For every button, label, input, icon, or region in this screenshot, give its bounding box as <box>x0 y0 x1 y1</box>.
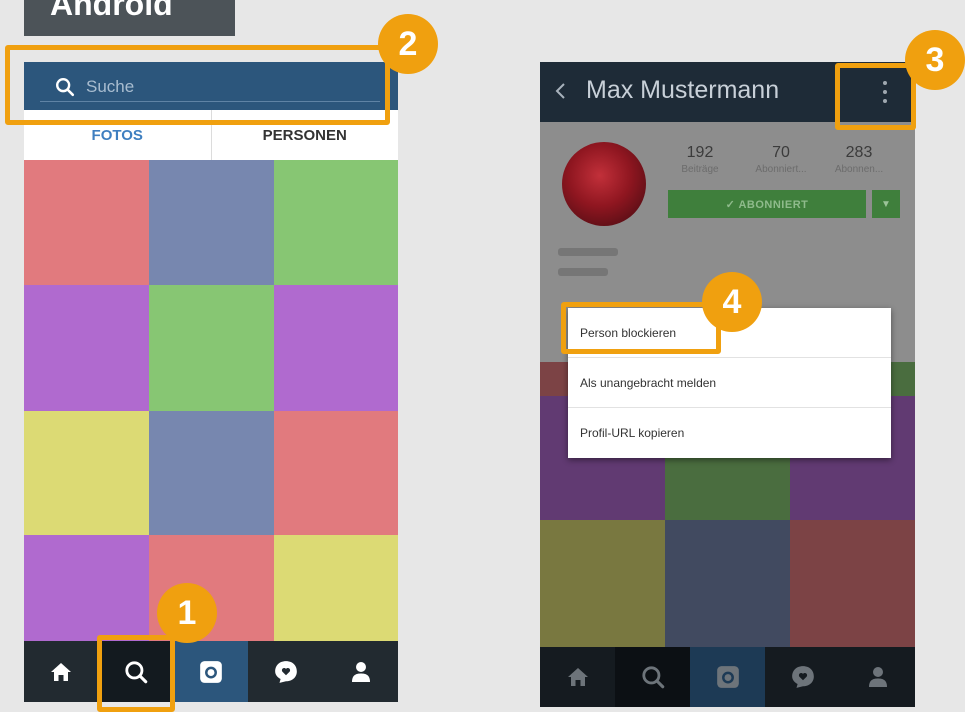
highlight-block-person <box>561 302 721 354</box>
nav-search[interactable] <box>615 647 690 707</box>
home-icon <box>51 662 72 681</box>
photo-tile[interactable] <box>274 411 398 535</box>
nav-activity[interactable] <box>765 647 840 707</box>
bio-line <box>558 268 608 276</box>
step-marker-3: 3 <box>905 30 965 90</box>
bottom-navbar <box>540 647 915 707</box>
heart-bubble-icon <box>791 666 814 688</box>
menu-item-report[interactable]: Als unangebracht melden <box>568 358 891 408</box>
photo-tile[interactable] <box>24 535 149 641</box>
camera-icon <box>716 666 739 688</box>
photo-tile[interactable] <box>24 160 149 285</box>
bio-line <box>558 248 618 256</box>
profile-icon <box>868 667 887 687</box>
menu-item-copy-url[interactable]: Profil-URL kopieren <box>568 408 891 458</box>
follow-button[interactable]: ✓ ABONNIERT <box>668 190 866 218</box>
follow-dropdown-button[interactable]: ▼ <box>872 190 900 218</box>
stat-posts-label: Beiträge <box>681 164 719 175</box>
profile-icon <box>351 661 370 682</box>
stat-followers-value: 283 <box>845 144 873 161</box>
nav-camera[interactable] <box>173 641 249 702</box>
heart-bubble-icon <box>274 660 297 683</box>
avatar <box>562 142 646 226</box>
nav-home[interactable] <box>24 641 99 702</box>
search-icon <box>641 666 664 689</box>
nav-profile[interactable] <box>323 641 398 702</box>
photo-tile[interactable] <box>149 411 274 535</box>
photo-tile[interactable] <box>24 285 149 411</box>
platform-label: Android <box>24 0 235 36</box>
highlight-search-bar <box>5 45 390 125</box>
back-arrow-icon[interactable] <box>553 81 567 101</box>
stat-posts-value: 192 <box>686 144 714 161</box>
stat-posts: 192 Beiträge <box>665 144 735 175</box>
step-marker-2: 2 <box>378 14 438 74</box>
photo-grid <box>24 160 398 641</box>
phone-profile-screen: Max Mustermann 192 Beiträge 70 Abonniert… <box>540 62 915 707</box>
highlight-more-options <box>835 63 916 130</box>
photo-tile[interactable] <box>665 520 790 647</box>
photo-tile[interactable] <box>274 285 398 411</box>
profile-username: Max Mustermann <box>586 76 780 104</box>
photo-tile[interactable] <box>24 411 149 535</box>
photo-tile[interactable] <box>790 520 915 647</box>
photo-tile[interactable] <box>149 285 274 411</box>
stat-followers: 283 Abonnen... <box>824 144 894 175</box>
stat-following-value: 70 <box>772 144 790 161</box>
bottom-navbar <box>24 641 398 702</box>
home-icon <box>567 668 588 686</box>
photo-tile[interactable] <box>149 160 274 285</box>
camera-icon <box>200 660 222 683</box>
nav-camera[interactable] <box>690 647 765 707</box>
tutorial-image: Android Suche FOTOS PERSONEN Max Musterm… <box>0 0 965 712</box>
stat-following-label: Abonniert... <box>755 164 807 175</box>
photo-tile[interactable] <box>274 160 398 285</box>
highlight-search-tab <box>97 635 175 712</box>
photo-tile[interactable] <box>274 535 398 641</box>
nav-home[interactable] <box>540 647 615 707</box>
step-marker-1: 1 <box>157 583 217 643</box>
nav-activity[interactable] <box>248 641 323 702</box>
step-marker-4: 4 <box>702 272 762 332</box>
dropdown-arrow-icon: ▼ <box>881 198 891 210</box>
stat-followers-label: Abonnen... <box>834 164 884 175</box>
photo-tile[interactable] <box>540 520 665 647</box>
stat-following: 70 Abonniert... <box>746 144 816 175</box>
nav-profile[interactable] <box>840 647 915 707</box>
